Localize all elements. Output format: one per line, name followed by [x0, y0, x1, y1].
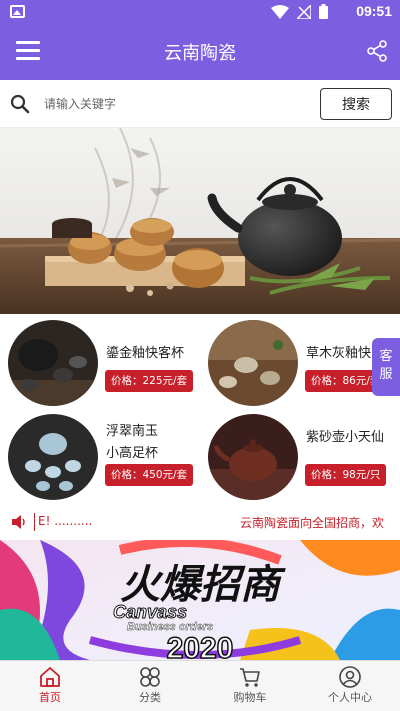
product-thumbnail — [8, 320, 98, 406]
product-card[interactable]: 鎏金釉快客杯 价格：225元/套 — [0, 316, 200, 408]
nav-label: 首页 — [39, 691, 61, 704]
home-icon — [40, 667, 60, 687]
page-title: 云南陶瓷 — [164, 43, 236, 64]
notice-text: 云南陶瓷面向全国招商，欢 — [240, 516, 385, 530]
category-icon — [140, 667, 160, 687]
status-icons — [271, 4, 328, 19]
search-button[interactable]: 搜索 — [320, 88, 392, 120]
product-name: 鎏金釉快客杯 — [106, 346, 185, 361]
notice-text-tail: E! .......... — [38, 514, 93, 528]
banner-image — [0, 128, 400, 314]
product-thumbnail — [8, 414, 98, 500]
nav-label: 个人中心 — [328, 691, 372, 704]
image-notification-icon — [10, 5, 25, 18]
battery-icon — [319, 4, 328, 19]
bottom-nav: 首页 分类 购物车 个人中心 — [0, 660, 400, 711]
nav-label: 分类 — [139, 691, 161, 704]
product-price: 价格：98元/只 — [305, 464, 387, 486]
search-icon — [10, 94, 30, 114]
promo-subline-canvass: Canvass — [113, 602, 187, 622]
customer-service-button[interactable]: 客 服 — [372, 338, 400, 396]
nav-item-home[interactable]: 首页 — [0, 661, 100, 711]
hero-banner[interactable] — [0, 128, 400, 314]
speaker-icon — [12, 515, 25, 529]
product-card[interactable]: 草木灰釉快 价格：86元/套 — [200, 316, 400, 408]
product-grid: 鎏金釉快客杯 价格：225元/套 草木灰釉快 价格：86元/套 浮翠南玉 小高足… — [0, 314, 400, 504]
promo-banner[interactable]: 火爆招商 Canvass Business orders 2020 — [0, 540, 400, 660]
product-card[interactable]: 紫砂壶小天仙 价格：98元/只 — [200, 410, 400, 502]
product-name-line2: 小高足杯 — [106, 446, 159, 461]
customer-service-label-2: 服 — [379, 367, 393, 382]
promo-image: 火爆招商 Canvass Business orders 2020 — [0, 540, 400, 660]
product-name: 浮翠南玉 — [106, 424, 159, 439]
product-price: 价格：450元/套 — [105, 464, 194, 486]
product-name: 紫砂壶小天仙 — [306, 430, 385, 445]
nav-item-cart[interactable]: 购物车 — [200, 661, 300, 711]
nav-item-profile[interactable]: 个人中心 — [300, 661, 400, 711]
nav-item-category[interactable]: 分类 — [100, 661, 200, 711]
search-bar: 搜索 — [0, 80, 400, 128]
cart-icon — [240, 668, 260, 687]
no-signal-icon — [297, 4, 311, 19]
user-icon — [339, 666, 361, 688]
share-icon[interactable] — [366, 40, 388, 62]
product-thumbnail — [208, 320, 298, 406]
notice-bar[interactable]: E! .......... 云南陶瓷面向全国招商，欢 — [0, 504, 400, 540]
nav-label: 购物车 — [233, 691, 267, 704]
product-price: 价格：225元/套 — [105, 370, 194, 392]
status-bar: 09:51 — [0, 0, 400, 24]
app-header: 云南陶瓷 — [0, 24, 400, 80]
status-time: 09:51 — [356, 3, 392, 19]
product-card[interactable]: 浮翠南玉 小高足杯 价格：450元/套 — [0, 410, 200, 502]
customer-service-label-1: 客 — [379, 349, 393, 364]
product-thumbnail — [208, 414, 298, 500]
notice-divider — [34, 513, 35, 531]
promo-year: 2020 — [167, 632, 234, 660]
wifi-icon — [271, 4, 289, 19]
search-input[interactable] — [44, 90, 304, 118]
